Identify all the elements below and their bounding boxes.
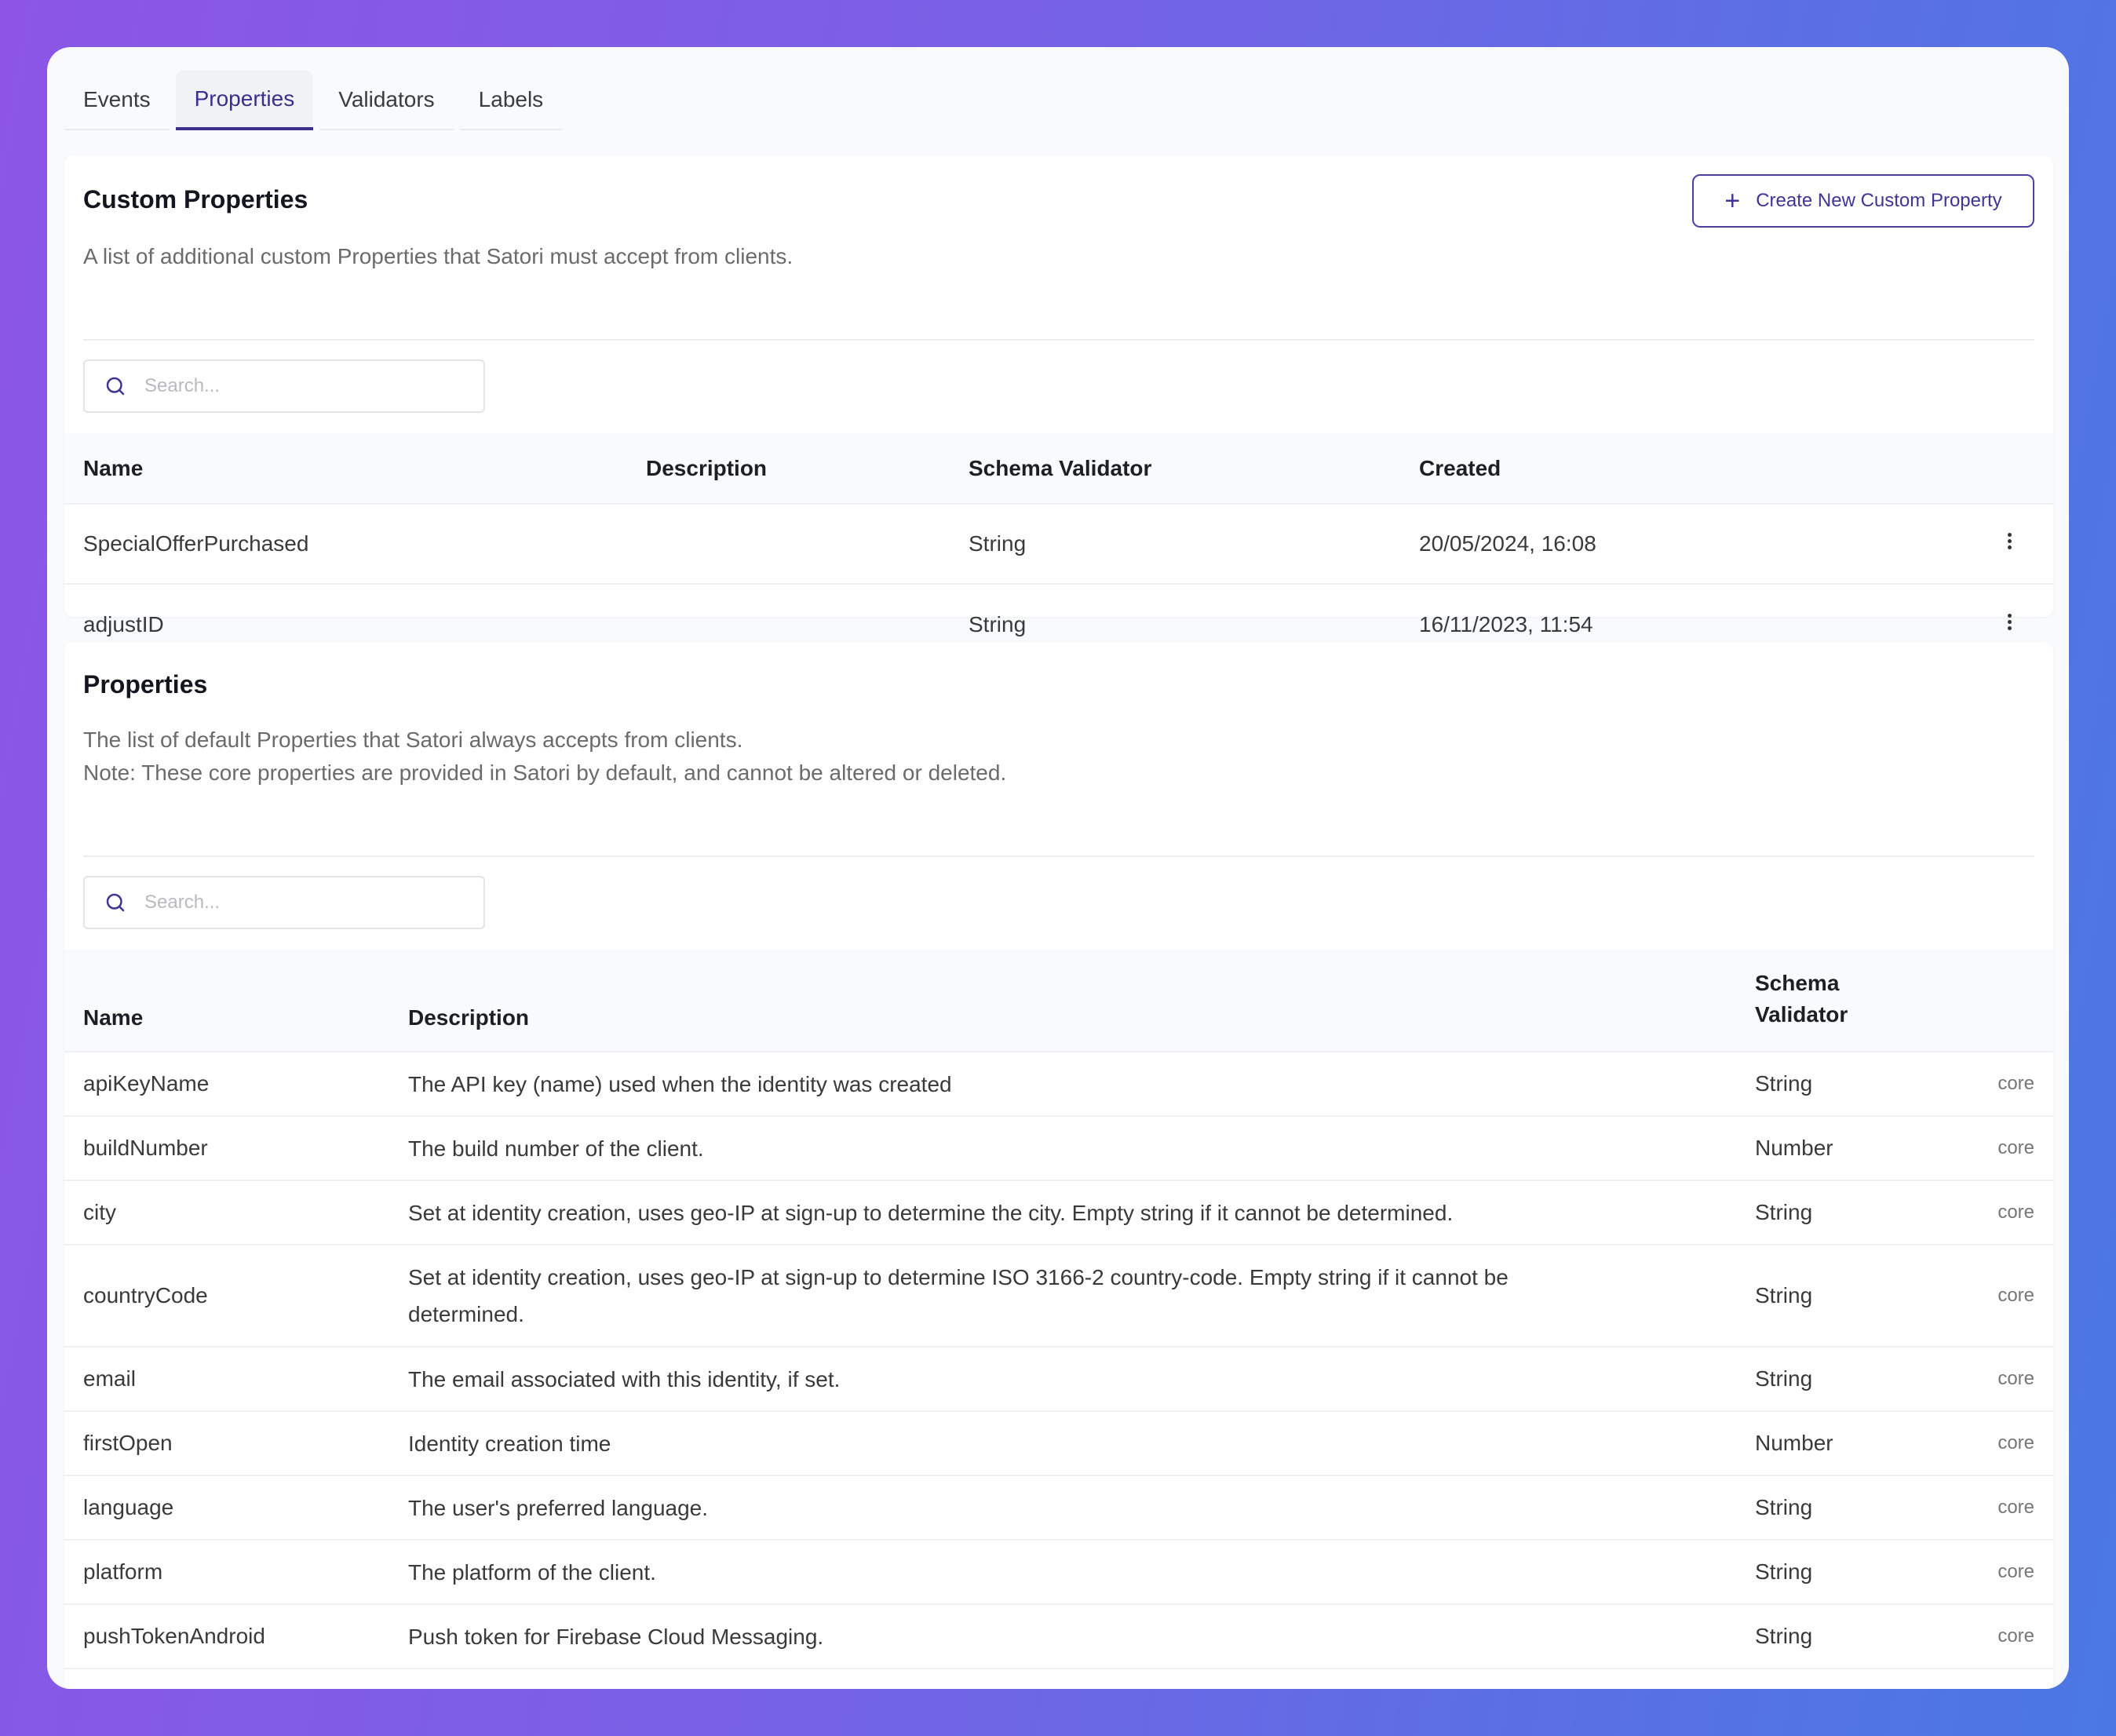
column-header-name[interactable]: Name bbox=[64, 950, 408, 1052]
column-header-tag bbox=[1951, 950, 2053, 1052]
property-validator: String bbox=[950, 503, 1400, 584]
search-icon bbox=[106, 893, 125, 912]
property-validator: String bbox=[1755, 1603, 1951, 1669]
property-name: platform bbox=[64, 1539, 408, 1604]
property-created: 20/05/2024, 16:08 bbox=[1400, 503, 1950, 584]
property-name: language bbox=[64, 1475, 408, 1540]
property-description: The email associated with this identity,… bbox=[408, 1346, 1755, 1411]
search-icon bbox=[106, 377, 125, 396]
create-custom-property-button[interactable]: + Create New Custom Property bbox=[1692, 174, 2034, 228]
property-name: city bbox=[64, 1180, 408, 1245]
tab-events[interactable]: Events bbox=[64, 71, 170, 130]
property-description: Set at identity creation, uses geo-IP at… bbox=[408, 1180, 1755, 1245]
property-validator: String bbox=[1755, 1244, 1951, 1347]
table-row[interactable]: city Set at identity creation, uses geo-I… bbox=[64, 1180, 2053, 1245]
property-name: apiKeyName bbox=[64, 1051, 408, 1116]
column-header-schema-validator-line2: Validator bbox=[1755, 1002, 1848, 1027]
custom-properties-search[interactable] bbox=[83, 359, 485, 413]
divider bbox=[83, 339, 2034, 341]
properties-card: Properties The list of default Propertie… bbox=[64, 642, 2053, 1689]
divider bbox=[83, 855, 2034, 857]
create-custom-property-label: Create New Custom Property bbox=[1756, 190, 2002, 211]
property-validator: Number bbox=[1755, 1115, 1951, 1180]
custom-properties-table: Name Description Schema Validator Create… bbox=[64, 433, 2053, 664]
property-tag: core bbox=[1951, 1603, 2053, 1669]
property-tag: core bbox=[1951, 1051, 2053, 1116]
table-row[interactable]: pushTokenFacebookA2UThe recipient user i… bbox=[64, 1668, 2053, 1689]
property-description: The API key (name) used when the identit… bbox=[408, 1051, 1755, 1116]
custom-properties-card: Custom Properties + Create New Custom Pr… bbox=[64, 155, 2053, 664]
property-validator: String bbox=[1755, 1346, 1951, 1411]
properties-search-input[interactable] bbox=[144, 892, 443, 914]
property-tag: core bbox=[1951, 1115, 2053, 1180]
properties-description-line2: Note: These core properties are provided… bbox=[83, 760, 1007, 785]
column-header-schema-validator[interactable]: Schema Validator bbox=[950, 433, 1400, 504]
column-header-description[interactable]: Description bbox=[408, 950, 1755, 1052]
tab-properties[interactable]: Properties bbox=[175, 71, 314, 130]
properties-table: Name Description Schema Validator apiKey… bbox=[64, 950, 2053, 1689]
property-description bbox=[627, 503, 950, 584]
property-tag: core bbox=[1951, 1475, 2053, 1540]
table-row[interactable]: pushTokenAndroid Push token for Firebase … bbox=[64, 1603, 2053, 1669]
property-validator: String bbox=[1755, 1475, 1951, 1540]
property-tag: core bbox=[1951, 1244, 2053, 1347]
property-description: The user's preferred language. bbox=[408, 1475, 1755, 1540]
table-row[interactable]: firstOpen Identity creation time Number cor… bbox=[64, 1410, 2053, 1475]
property-tag: core bbox=[1951, 1410, 2053, 1475]
more-vertical-icon[interactable] bbox=[2008, 611, 2012, 633]
property-tag: core bbox=[1951, 1346, 2053, 1411]
property-name: pushTokenAndroid bbox=[64, 1603, 408, 1669]
table-row[interactable]: countryCode Set at identity creation, use… bbox=[64, 1244, 2053, 1347]
properties-table-body: apiKeyName The API key (name) used when t… bbox=[64, 1051, 2053, 1689]
property-validator: String bbox=[1755, 1668, 1951, 1689]
column-header-created[interactable]: Created bbox=[1400, 433, 1950, 504]
property-name: firstOpen bbox=[64, 1410, 408, 1475]
custom-properties-search-input[interactable] bbox=[144, 375, 443, 397]
properties-title: Properties bbox=[83, 670, 208, 698]
table-header-row: Name Description Schema Validator Create… bbox=[64, 433, 2053, 504]
property-name: pushTokenFacebookA2U bbox=[64, 1668, 408, 1689]
table-row[interactable]: language The user's preferred language. St… bbox=[64, 1475, 2053, 1540]
tab-bar: Events Properties Validators Labels bbox=[64, 71, 568, 130]
table-row[interactable]: platform The platform of the client. Strin… bbox=[64, 1539, 2053, 1604]
tab-validators[interactable]: Validators bbox=[319, 71, 454, 130]
table-header-row: Name Description Schema Validator bbox=[64, 950, 2053, 1052]
table-row[interactable]: buildNumber The build number of the clien… bbox=[64, 1115, 2053, 1180]
table-row[interactable]: email The email associated with this iden… bbox=[64, 1346, 2053, 1411]
column-header-schema-validator-line1: Schema bbox=[1755, 971, 1840, 995]
table-row[interactable]: SpecialOfferPurchased String 20/05/2024,… bbox=[64, 503, 2053, 584]
property-validator: String bbox=[1755, 1051, 1951, 1116]
property-description: The recipient user identifier on Faceboo… bbox=[408, 1668, 1755, 1689]
custom-properties-description: A list of additional custom Properties t… bbox=[83, 244, 794, 268]
property-name: buildNumber bbox=[64, 1115, 408, 1180]
property-name: email bbox=[64, 1346, 408, 1411]
property-name: SpecialOfferPurchased bbox=[64, 503, 627, 584]
properties-description-line1: The list of default Properties that Sato… bbox=[83, 728, 743, 752]
property-description: Push token for Firebase Cloud Messaging. bbox=[408, 1603, 1755, 1669]
property-description: The platform of the client. bbox=[408, 1539, 1755, 1604]
property-description: The build number of the client. bbox=[408, 1115, 1755, 1180]
plus-icon: + bbox=[1724, 186, 1741, 216]
column-header-actions bbox=[1950, 433, 2053, 504]
property-validator: String bbox=[1755, 1180, 1951, 1245]
property-tag: core bbox=[1951, 1539, 2053, 1604]
property-validator: String bbox=[1755, 1539, 1951, 1604]
properties-search[interactable] bbox=[83, 876, 485, 929]
app-window: Events Properties Validators Labels Cust… bbox=[47, 47, 2069, 1689]
tab-labels[interactable]: Labels bbox=[459, 71, 563, 130]
column-header-name[interactable]: Name bbox=[64, 433, 627, 504]
row-menu-cell bbox=[1950, 503, 2053, 584]
property-tag: core bbox=[1951, 1180, 2053, 1245]
column-header-schema-validator[interactable]: Schema Validator bbox=[1755, 950, 1951, 1052]
custom-properties-title: Custom Properties bbox=[83, 185, 308, 213]
property-tag: core bbox=[1951, 1668, 2053, 1689]
column-header-description[interactable]: Description bbox=[627, 433, 950, 504]
table-row[interactable]: apiKeyName The API key (name) used when t… bbox=[64, 1051, 2053, 1116]
more-vertical-icon[interactable] bbox=[2008, 531, 2012, 552]
property-description: Identity creation time bbox=[408, 1410, 1755, 1475]
property-validator: Number bbox=[1755, 1410, 1951, 1475]
property-name: countryCode bbox=[64, 1244, 408, 1347]
property-description: Set at identity creation, uses geo-IP at… bbox=[408, 1244, 1755, 1347]
